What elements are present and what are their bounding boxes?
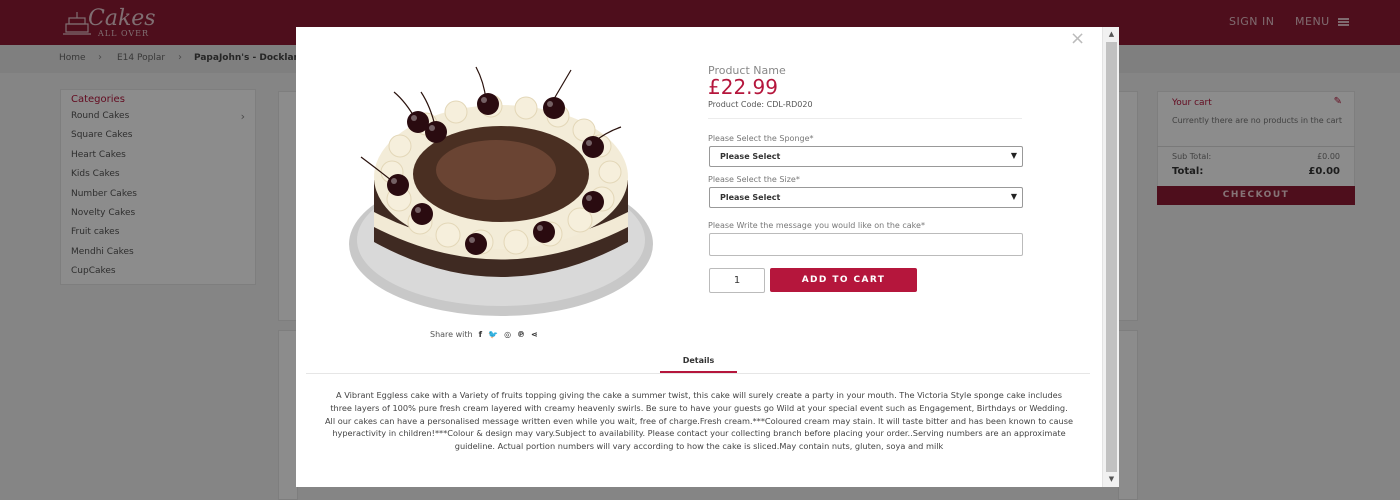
quantity-input[interactable]: 1	[709, 268, 765, 293]
product-description: A Vibrant Eggless cake with a Variety of…	[324, 390, 1074, 452]
close-icon[interactable]: ×	[1070, 30, 1085, 48]
product-code: Product Code: CDL-RD020	[708, 100, 813, 109]
share-label: Share with	[430, 330, 473, 339]
scroll-up-icon[interactable]: ▲	[1103, 27, 1119, 42]
caret-down-icon: ▼	[1010, 151, 1017, 160]
modal-scrollbar[interactable]: ▲ ▼	[1102, 27, 1119, 487]
size-select-value: Please Select	[720, 193, 781, 202]
size-label: Please Select the Size*	[708, 175, 800, 184]
cake-image	[349, 66, 653, 316]
scrollbar-thumb[interactable]	[1106, 42, 1117, 472]
share-bar: Share with f 🐦 ◎ ℗ ⋖	[430, 330, 538, 339]
size-select[interactable]: Please Select ▼	[709, 187, 1023, 208]
cake-message-input[interactable]	[709, 233, 1023, 256]
sponge-select[interactable]: Please Select ▼	[709, 146, 1023, 167]
product-price: £22.99	[708, 75, 778, 99]
tab-details[interactable]: Details	[660, 356, 737, 365]
twitter-icon[interactable]: 🐦	[488, 330, 498, 339]
divider	[708, 118, 1022, 119]
product-image	[336, 62, 666, 322]
sponge-label: Please Select the Sponge*	[708, 134, 814, 143]
facebook-icon[interactable]: f	[479, 330, 482, 339]
caret-down-icon: ▼	[1010, 192, 1017, 201]
message-label: Please Write the message you would like …	[708, 221, 925, 230]
divider	[306, 373, 1090, 374]
sponge-select-value: Please Select	[720, 152, 781, 161]
add-to-cart-button[interactable]: ADD TO CART	[770, 268, 917, 292]
scroll-down-icon[interactable]: ▼	[1103, 472, 1119, 487]
pinterest-icon[interactable]: ℗	[517, 330, 525, 339]
instagram-icon[interactable]: ◎	[504, 330, 511, 339]
share-icon[interactable]: ⋖	[531, 330, 538, 339]
product-modal: × Share with f 🐦 ◎ ℗ ⋖ Product Name £22.…	[296, 27, 1119, 487]
